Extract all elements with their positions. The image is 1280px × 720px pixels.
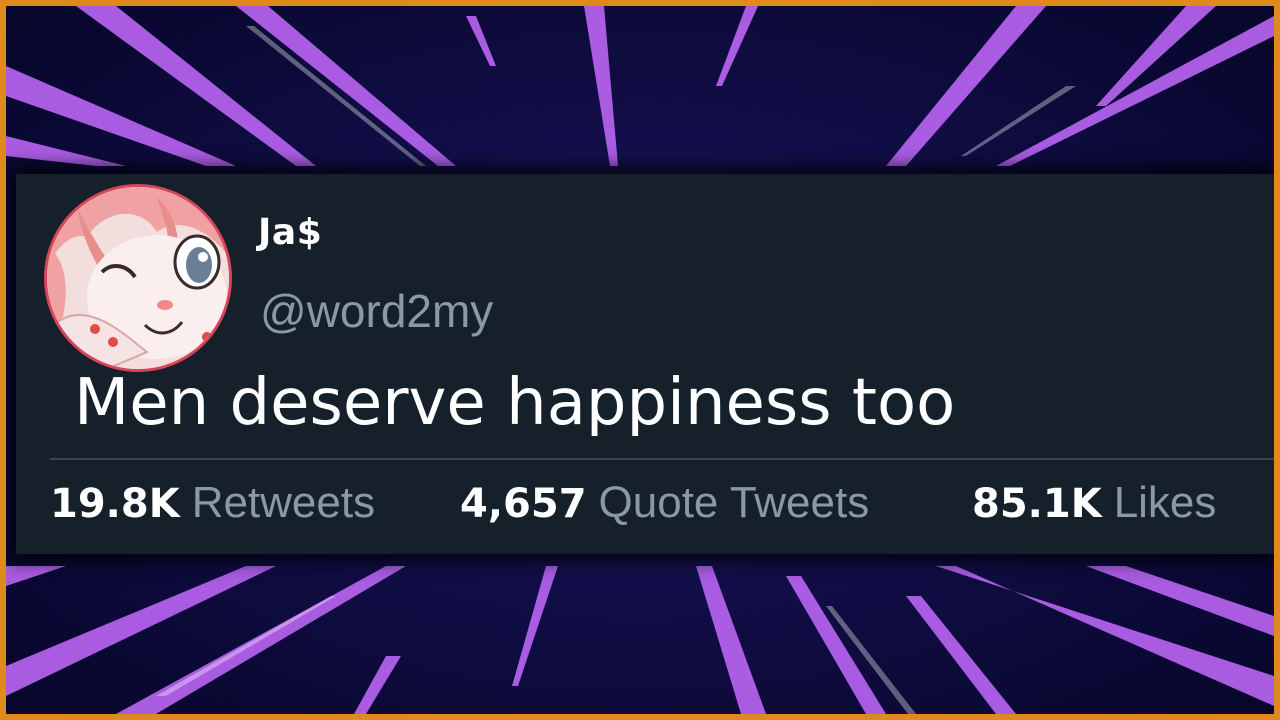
tweet-text: Men deserve happiness too	[74, 366, 956, 436]
divider	[50, 458, 1274, 460]
likes-count: 85.1K	[972, 481, 1102, 527]
retweets-label: Retweets	[191, 478, 376, 527]
likes-label: Likes	[1113, 478, 1217, 527]
quote-tweets-stat[interactable]: 4,657 Quote Tweets	[460, 478, 869, 528]
likes-stat[interactable]: 85.1K Likes	[972, 478, 1216, 528]
retweets-count: 19.8K	[50, 481, 180, 527]
quote-tweets-count: 4,657	[460, 481, 587, 527]
display-name[interactable]: Ja$	[258, 212, 322, 253]
anime-girl-winking-avatar-icon[interactable]	[44, 184, 232, 372]
user-handle[interactable]: @word2my	[260, 284, 493, 338]
tweet-card[interactable]: Ja$ @word2my Men deserve happiness too 1…	[16, 174, 1274, 554]
retweets-stat[interactable]: 19.8K Retweets	[50, 478, 375, 528]
quote-tweets-label: Quote Tweets	[598, 478, 870, 527]
thumbnail-frame: Ja$ @word2my Men deserve happiness too 1…	[0, 0, 1280, 720]
